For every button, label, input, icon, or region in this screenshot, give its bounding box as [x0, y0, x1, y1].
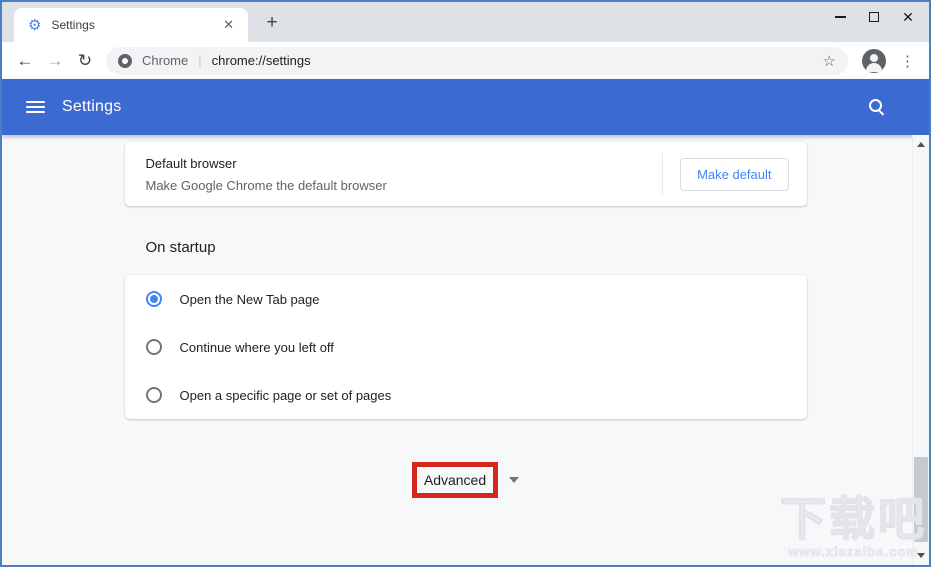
- radio-label: Open a specific page or set of pages: [180, 388, 392, 403]
- maximize-button[interactable]: [857, 2, 891, 32]
- browser-menu-icon[interactable]: ⋮: [894, 52, 921, 70]
- scroll-up-icon[interactable]: [917, 142, 925, 147]
- tab-close-icon[interactable]: ✕: [219, 15, 238, 35]
- radio-open-specific-pages[interactable]: Open a specific page or set of pages: [125, 371, 807, 419]
- scrollbar-thumb[interactable]: [914, 457, 928, 542]
- radio-open-new-tab-page[interactable]: Open the New Tab page: [125, 275, 807, 323]
- default-browser-title: Default browser: [146, 156, 387, 171]
- reload-button[interactable]: ↻: [70, 47, 100, 75]
- default-browser-card: Default browser Make Google Chrome the d…: [125, 142, 807, 206]
- tab-title: Settings: [51, 18, 219, 32]
- new-tab-button[interactable]: +: [258, 12, 286, 34]
- hamburger-menu-icon[interactable]: [26, 98, 45, 116]
- advanced-button[interactable]: Advanced: [412, 462, 498, 498]
- radio-selected-icon[interactable]: [146, 291, 162, 307]
- window-controls: ✕: [823, 2, 925, 32]
- settings-header: Settings: [2, 79, 929, 135]
- settings-content: Default browser Make Google Chrome the d…: [2, 135, 929, 565]
- search-icon[interactable]: [867, 97, 887, 117]
- forward-button[interactable]: →: [40, 47, 70, 75]
- close-button[interactable]: ✕: [891, 2, 925, 32]
- profile-avatar[interactable]: [862, 49, 886, 73]
- close-icon: ✕: [902, 10, 914, 24]
- browser-window: ⚙ Settings ✕ + ✕ ← → ↻ Chrome | chrome:/…: [0, 0, 931, 567]
- radio-label: Open the New Tab page: [180, 292, 320, 307]
- make-default-button[interactable]: Make default: [680, 158, 788, 191]
- url-text: chrome://settings: [212, 53, 311, 68]
- radio-unselected-icon[interactable]: [146, 339, 162, 355]
- on-startup-section-title: On startup: [146, 239, 807, 256]
- back-button[interactable]: ←: [10, 47, 40, 75]
- site-label: Chrome: [142, 53, 188, 68]
- tab-settings[interactable]: ⚙ Settings ✕: [14, 8, 248, 42]
- tab-strip: ⚙ Settings ✕ + ✕: [2, 2, 929, 42]
- radio-unselected-icon[interactable]: [146, 387, 162, 403]
- on-startup-card: Open the New Tab page Continue where you…: [125, 275, 807, 419]
- settings-gear-icon: ⚙: [28, 18, 41, 33]
- bookmark-star-icon[interactable]: ☆: [821, 52, 838, 70]
- chrome-logo-icon: [118, 54, 132, 68]
- minimize-button[interactable]: [823, 2, 857, 32]
- chevron-down-icon[interactable]: [509, 477, 519, 483]
- radio-label: Continue where you left off: [180, 340, 334, 355]
- default-browser-subtitle: Make Google Chrome the default browser: [146, 178, 387, 193]
- advanced-section: Advanced: [125, 462, 807, 498]
- minimize-icon: [835, 16, 846, 18]
- address-bar[interactable]: Chrome | chrome://settings ☆: [106, 47, 848, 75]
- page-scrollbar[interactable]: [912, 135, 929, 565]
- radio-continue-where-left-off[interactable]: Continue where you left off: [125, 323, 807, 371]
- browser-toolbar: ← → ↻ Chrome | chrome://settings ☆ ⋮: [2, 42, 929, 79]
- omnibox-separator: |: [198, 53, 201, 68]
- page-title: Settings: [62, 98, 121, 116]
- scroll-down-icon[interactable]: [917, 553, 925, 558]
- maximize-icon: [869, 12, 879, 22]
- divider: [662, 153, 663, 195]
